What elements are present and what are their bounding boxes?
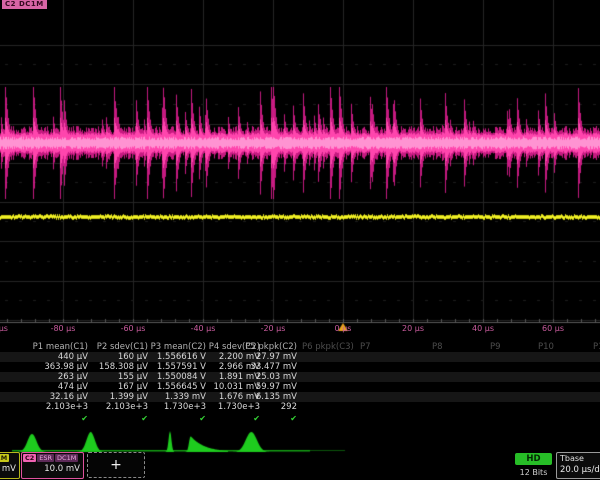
hd-bits-label: 12 Bits	[515, 468, 552, 477]
param-cell: 33.477 mV	[250, 362, 297, 372]
param-cell: 1.339 mV	[165, 392, 206, 402]
param-cell: 25.03 mV	[256, 372, 297, 382]
param-cell: 1.676 mV	[219, 392, 260, 402]
table-row-stripe	[0, 392, 600, 402]
c2-coupling-badge: DC1M	[55, 454, 78, 462]
param-cell: 1.550084 V	[157, 372, 206, 382]
param-header[interactable]: P3 mean(C2)	[151, 342, 206, 352]
param-cell: 2.103e+3	[106, 402, 148, 412]
add-trace-button[interactable]: +	[87, 452, 145, 478]
param-cell: 440 μV	[58, 352, 88, 362]
param-cell: 158.308 μV	[99, 362, 148, 372]
axis-tick-label: 20 μs	[402, 324, 424, 333]
param-cell: 1.556616 V	[157, 352, 206, 362]
param-header-unused[interactable]: P10	[538, 342, 554, 352]
param-header-unused[interactable]: P9	[490, 342, 501, 352]
param-cell: 474 μV	[58, 382, 88, 392]
axis-tick-label: 60 μs	[542, 324, 564, 333]
param-cell: 1.557591 V	[157, 362, 206, 372]
param-header-unused[interactable]: P6 pkpk(C3)	[302, 342, 354, 352]
timebase-descriptor[interactable]: Tbase 20.0 μs/div	[556, 452, 600, 479]
param-header-unused[interactable]: P7	[360, 342, 371, 352]
param-header[interactable]: P2 sdev(C1)	[97, 342, 148, 352]
table-row-stripe	[0, 352, 600, 362]
axis-tick-label: -40 μs	[191, 324, 216, 333]
table-row-stripe	[0, 372, 600, 382]
oscilloscope-screen: C2 DC1M -100 μs -80 μs -60 μs -40 μs -20 μs 0…	[0, 0, 600, 480]
param-cell: 10.031 mV	[213, 382, 260, 392]
c2-esr-badge: ESR	[37, 454, 54, 462]
hd-mode-badge[interactable]: HD	[515, 453, 552, 465]
param-cell: 1.399 μV	[110, 392, 148, 402]
param-cell: 263 μV	[58, 372, 88, 382]
param-cell: 2.103e+3	[46, 402, 88, 412]
axis-tick-label: -100 μs	[0, 324, 8, 333]
param-header[interactable]: P5 pkpk(C2)	[245, 342, 297, 352]
status-check-icon: ✔	[81, 414, 88, 424]
c2-scale-value: 10.0 mV	[22, 462, 83, 474]
waveform-display-grid[interactable]	[0, 0, 600, 480]
status-check-icon: ✔	[290, 414, 297, 424]
param-header-unused[interactable]: P8	[432, 342, 443, 352]
channel-descriptor-c2[interactable]: C2 ESR DC1M 10.0 mV	[21, 452, 84, 479]
param-cell: 155 μV	[118, 372, 148, 382]
param-cell: 6.135 mV	[256, 392, 297, 402]
c2-label-badge: C2	[23, 454, 36, 462]
tbase-scale-value: 20.0 μs/div	[557, 463, 600, 475]
axis-tick-label: -20 μs	[261, 324, 286, 333]
param-cell: 2.200 mV	[219, 352, 260, 362]
axis-tick-label: -60 μs	[121, 324, 146, 333]
axis-tick-label: 40 μs	[472, 324, 494, 333]
param-cell: 167 μV	[118, 382, 148, 392]
channel-descriptor-c1[interactable]: DC1M 10.0 mV	[0, 452, 20, 479]
status-check-icon: ✔	[253, 414, 260, 424]
param-cell: 32.16 μV	[50, 392, 88, 402]
param-cell: 1.556645 V	[157, 382, 206, 392]
param-header[interactable]: P1 mean(C1)	[33, 342, 88, 352]
param-cell: 1.891 mV	[219, 372, 260, 382]
axis-tick-label: -80 μs	[51, 324, 76, 333]
param-cell: 1.730e+3	[218, 402, 260, 412]
param-cell: 59.97 mV	[256, 382, 297, 392]
param-cell: 160 μV	[118, 352, 148, 362]
param-header-unused[interactable]: P11	[593, 342, 600, 352]
param-cell: 1.730e+3	[164, 402, 206, 412]
trace-label-c2[interactable]: C2 DC1M	[2, 0, 47, 9]
status-check-icon: ✔	[199, 414, 206, 424]
c1-coupling-badge: DC1M	[0, 454, 9, 462]
axis-tick-label: 0 μs	[335, 324, 352, 333]
param-cell: 27.97 mV	[256, 352, 297, 362]
param-cell: 363.98 μV	[44, 362, 88, 372]
c1-scale-value: 10.0 mV	[0, 462, 19, 474]
param-cell: 292	[281, 402, 297, 412]
tbase-label: Tbase	[557, 453, 600, 463]
status-check-icon: ✔	[141, 414, 148, 424]
